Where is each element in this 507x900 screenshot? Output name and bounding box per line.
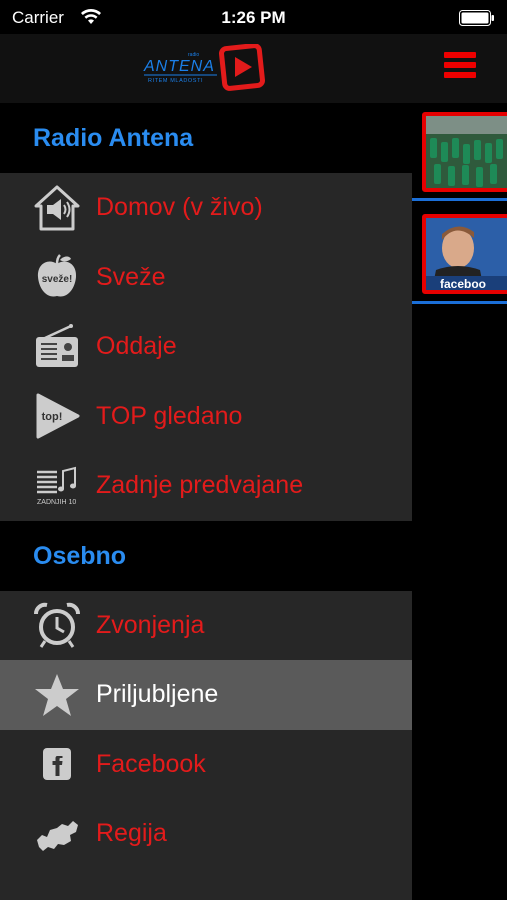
clock: 1:26 PM: [221, 8, 286, 27]
list-item[interactable]: [412, 103, 507, 201]
hamburger-bar: [444, 52, 476, 58]
menu-item-facebook[interactable]: Facebook: [0, 729, 412, 799]
status-bar: Carrier 1:26 PM: [0, 0, 507, 34]
list-item[interactable]: faceboo: [412, 204, 507, 304]
hamburger-bar: [444, 62, 476, 68]
svg-text:ZADNJIH 10: ZADNJIH 10: [37, 499, 76, 506]
menu-item-zvonjenja[interactable]: Zvonjenja: [0, 590, 412, 660]
menu-item-domov[interactable]: Domov (v živo): [0, 173, 412, 243]
menu-item-label: Zvonjenja: [96, 610, 205, 639]
top-play-icon: top!: [33, 392, 81, 440]
alarm-clock-icon: [33, 601, 81, 649]
menu-item-sveze[interactable]: sveže! Sveže: [0, 242, 412, 312]
playlist-icon: ZADNJIH 10: [33, 462, 81, 510]
slovenia-map-icon: [33, 810, 81, 858]
menu-item-regija[interactable]: Regija: [0, 799, 412, 869]
app-header: radio ANTENA RITEM MLADOSTI: [0, 34, 507, 103]
section-header-osebno: Osebno: [0, 520, 412, 591]
svg-text:sveže!: sveže!: [42, 274, 73, 285]
svg-text:faceboo: faceboo: [440, 277, 486, 290]
menu-item-priljubljene[interactable]: Priljubljene: [0, 660, 412, 730]
video-thumbnail-facebook[interactable]: faceboo: [422, 214, 507, 294]
apple-icon: sveže!: [33, 253, 81, 301]
menu-item-oddaje[interactable]: Oddaje: [0, 312, 412, 382]
home-speaker-icon: [33, 184, 81, 232]
menu-item-label: Domov (v živo): [96, 193, 263, 222]
section-header-radio-antena: Radio Antena: [0, 103, 412, 173]
radio-antena-logo: radio ANTENA RITEM MLADOSTI: [143, 44, 265, 91]
svg-text:RITEM MLADOSTI: RITEM MLADOSTI: [148, 78, 203, 84]
menu-item-label: Zadnje predvajane: [96, 471, 304, 500]
hamburger-bar: [444, 72, 476, 78]
hamburger-menu-button[interactable]: [442, 52, 478, 86]
menu-item-label: Priljubljene: [96, 680, 219, 709]
svg-text:top!: top!: [42, 411, 63, 423]
svg-text:ANTENA: ANTENA: [143, 58, 215, 75]
content-list: faceboo: [412, 103, 507, 900]
menu-item-label: Sveže: [96, 262, 166, 291]
star-icon: [33, 671, 81, 719]
menu-item-label: Regija: [96, 819, 167, 848]
battery-icon: [459, 10, 494, 26]
facebook-icon: [33, 740, 81, 788]
video-thumbnail-bottles[interactable]: [422, 112, 507, 192]
menu-item-label: Facebook: [96, 749, 206, 778]
side-menu: Radio Antena Domov (v živo) sveže! Sveže: [0, 103, 412, 900]
menu-item-label: TOP gledano: [96, 401, 243, 430]
radio-icon: [33, 323, 81, 371]
menu-item-zadnje-predvajane[interactable]: ZADNJIH 10 Zadnje predvajane: [0, 451, 412, 521]
menu-item-label: Oddaje: [96, 332, 177, 361]
menu-item-top-gledano[interactable]: top! TOP gledano: [0, 381, 412, 451]
